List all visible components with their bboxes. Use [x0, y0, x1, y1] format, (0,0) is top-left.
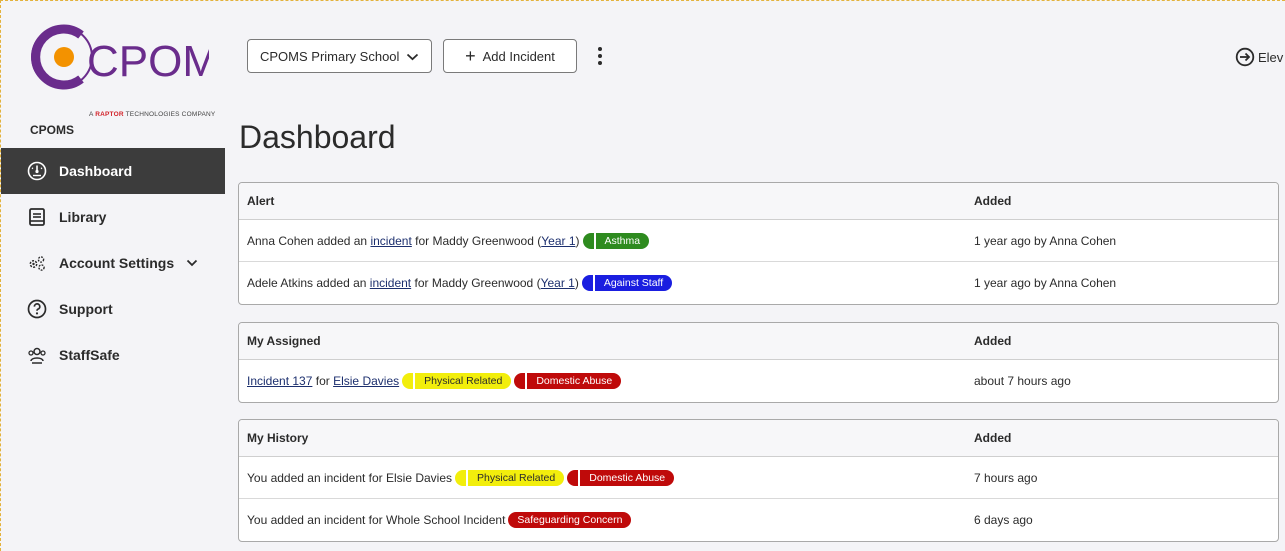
incident-link[interactable]: incident: [370, 276, 411, 290]
my-history-column-header: My History: [247, 431, 309, 445]
add-incident-button[interactable]: + Add Incident: [443, 39, 577, 73]
sidebar-item-dashboard[interactable]: Dashboard: [1, 148, 225, 194]
sign-in-icon: [1235, 47, 1255, 67]
student-link[interactable]: Elsie Davies: [333, 374, 399, 388]
table-row: You added an incident for Whole School I…: [239, 499, 1278, 541]
added-text: 6 days ago: [974, 513, 1033, 527]
gauge-icon: [27, 161, 47, 181]
elevate-label: Elev: [1258, 49, 1284, 65]
alert-panel: Alert Added Anna Cohen added an incident…: [238, 182, 1279, 305]
school-select[interactable]: CPOMS Primary School: [247, 39, 432, 73]
table-row: Adele Atkins added an incident for Maddy…: [247, 275, 1117, 291]
my-history-panel: My History Added You added an incident f…: [238, 419, 1279, 542]
chevron-down-icon: [406, 49, 419, 64]
gears-icon: [27, 253, 47, 273]
cpoms-logo[interactable]: CPOMS A RAPTOR TECHNOLOGIES COMPANY: [29, 23, 215, 123]
against-staff-tag: Against Staff: [581, 275, 673, 291]
table-row: You added an incident for Elsie Davies P…: [239, 457, 1278, 499]
cpoms-logo-mark: CPOMS: [31, 24, 209, 90]
logo-wordmark: CPOMS: [87, 37, 209, 86]
elevate-button[interactable]: Elev: [1235, 47, 1283, 67]
sidebar-nav: Dashboard Library Account Settings Suppo…: [1, 148, 225, 378]
asthma-tag: Asthma: [582, 232, 650, 249]
sidebar-item-staffsafe[interactable]: StaffSafe: [1, 332, 225, 378]
school-select-value: CPOMS Primary School: [260, 48, 400, 64]
added-text: 1 year ago by Anna Cohen: [974, 233, 1117, 248]
question-circle-icon: [27, 299, 47, 319]
sidebar-section-label: CPOMS: [30, 123, 75, 137]
sidebar-item-label: Support: [59, 301, 113, 317]
sidebar-item-library[interactable]: Library: [1, 194, 225, 240]
alert-mid-text: for Maddy Greenwood: [415, 233, 534, 248]
added-column-header: Added: [974, 194, 1012, 208]
incident-link[interactable]: incident: [370, 234, 411, 248]
alert-panel-header: Alert Added: [239, 183, 1278, 220]
users-icon: [27, 345, 47, 365]
my-assigned-column-header: My Assigned: [247, 334, 321, 348]
added-text: about 7 hours ago: [974, 374, 1071, 388]
alert-mid-text: for Maddy Greenwood: [414, 276, 534, 290]
year-link[interactable]: Year 1: [541, 276, 575, 290]
my-history-header: My History Added: [239, 420, 1278, 457]
added-column-header: Added: [974, 334, 1012, 348]
logo-tagline: A RAPTOR TECHNOLOGIES COMPANY: [89, 111, 216, 118]
add-incident-label: Add Incident: [482, 48, 555, 64]
table-row: Anna Cohen added an incident for Maddy G…: [239, 220, 1278, 262]
alert-actor-text: Adele Atkins added an: [247, 276, 367, 290]
added-column-header: Added: [974, 431, 1012, 445]
sidebar-item-label: Account Settings: [59, 255, 175, 271]
sidebar-item-support[interactable]: Support: [1, 286, 225, 332]
chevron-down-icon[interactable]: [186, 259, 198, 267]
plus-icon: +: [465, 46, 476, 66]
added-text: 7 hours ago: [974, 470, 1038, 485]
book-icon: [27, 207, 47, 227]
my-assigned-header: My Assigned Added: [239, 323, 1278, 360]
sidebar-item-label: Dashboard: [59, 163, 133, 179]
physical-related-tag: Physical Related: [402, 373, 512, 389]
page-title: Dashboard: [239, 119, 396, 155]
domestic-abuse-tag: Domestic Abuse: [514, 373, 622, 389]
more-options-icon[interactable]: [593, 44, 607, 68]
added-text: 1 year ago by Anna Cohen: [974, 276, 1117, 290]
main-content: CPOMS Primary School + Add Incident Elev…: [225, 1, 1285, 551]
my-assigned-panel: My Assigned Added Incident 137 for Elsie…: [238, 322, 1279, 403]
sidebar-item-label: StaffSafe: [59, 347, 120, 363]
year-link[interactable]: Year 1: [541, 234, 575, 248]
safeguarding-concern-tag: Safeguarding Concern: [508, 512, 632, 528]
physical-related-tag: Physical Related: [455, 469, 565, 486]
sidebar: CPOMS A RAPTOR TECHNOLOGIES COMPANY CPOM…: [1, 1, 225, 551]
assigned-mid-text: for: [315, 374, 330, 388]
sidebar-item-account-settings[interactable]: Account Settings: [1, 240, 225, 286]
domestic-abuse-tag: Domestic Abuse: [567, 469, 675, 486]
sidebar-item-label: Library: [59, 209, 107, 225]
history-text: You added an incident for Whole School I…: [247, 513, 506, 527]
alert-column-header: Alert: [247, 194, 275, 208]
incident-link[interactable]: Incident 137: [247, 374, 312, 388]
history-text: You added an incident for Elsie Davies: [247, 470, 453, 485]
toolbar: CPOMS Primary School + Add Incident: [247, 39, 607, 73]
table-row: Incident 137 for Elsie Davies Physical R…: [239, 360, 1278, 402]
alert-actor-text: Anna Cohen added an: [247, 233, 368, 248]
